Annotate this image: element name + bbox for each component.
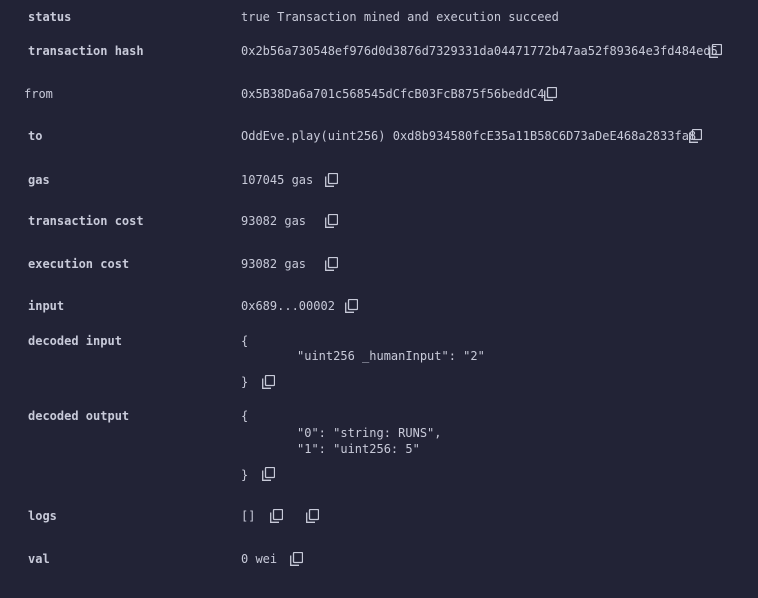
copy-icon[interactable] — [290, 552, 304, 566]
copy-icon[interactable] — [709, 44, 723, 58]
row-input: input 0x689...00002 — [0, 299, 758, 315]
transaction-cost-label: transaction cost — [28, 214, 144, 228]
execution-cost-value: 93082 gas — [241, 257, 307, 271]
decoded-input-open: { — [241, 334, 249, 348]
from-label: from — [24, 87, 53, 101]
decoded-output-close: } — [241, 468, 249, 482]
status-value: true Transaction mined and execution suc… — [241, 10, 559, 24]
copy-icon[interactable] — [325, 173, 339, 187]
copy-icon[interactable] — [325, 214, 339, 228]
transaction-hash-label: transaction hash — [28, 44, 144, 58]
copy-icon[interactable] — [262, 375, 276, 389]
execution-cost-label: execution cost — [28, 257, 130, 271]
decoded-input-line: "uint256 _humanInput": "2" — [297, 349, 485, 363]
gas-value: 107045 gas — [241, 173, 314, 187]
gas-label: gas — [28, 173, 50, 187]
row-from: from 0x5B38Da6a701c568545dCfcB03FcB875f5… — [0, 87, 758, 103]
val-value: 0 wei — [241, 552, 278, 566]
transaction-cost-value: 93082 gas — [241, 214, 307, 228]
row-val: val 0 wei — [0, 552, 758, 568]
transaction-hash-value: 0x2b56a730548ef976d0d3876d7329331da04471… — [241, 44, 718, 58]
row-decoded-output: decoded output { "0": "string: RUNS", "1… — [0, 409, 758, 485]
decoded-output-label: decoded output — [28, 409, 130, 423]
row-transaction-hash: transaction hash 0x2b56a730548ef976d0d38… — [0, 44, 758, 60]
row-gas: gas 107045 gas — [0, 173, 758, 189]
copy-icon[interactable] — [544, 87, 558, 101]
row-transaction-cost: transaction cost 93082 gas — [0, 214, 758, 230]
decoded-input-label: decoded input — [28, 334, 122, 348]
copy-icon[interactable] — [689, 129, 703, 143]
copy-icon[interactable] — [270, 509, 284, 523]
decoded-output-line-0: "0": "string: RUNS", — [297, 426, 442, 440]
decoded-output-line-1: "1": "uint256: 5" — [297, 442, 420, 456]
logs-label: logs — [28, 509, 57, 523]
decoded-output-open: { — [241, 409, 249, 423]
status-label: status — [28, 10, 72, 24]
row-execution-cost: execution cost 93082 gas — [0, 257, 758, 273]
from-value: 0x5B38Da6a701c568545dCfcB03FcB875f56bedd… — [241, 87, 545, 101]
row-to: to OddEve.play(uint256) 0xd8b934580fcE35… — [0, 129, 758, 145]
decoded-input-close: } — [241, 375, 249, 389]
row-decoded-input: decoded input { "uint256 _humanInput": "… — [0, 334, 758, 394]
copy-icon[interactable] — [345, 299, 359, 313]
copy-icon[interactable] — [325, 257, 339, 271]
copy-icon[interactable] — [306, 509, 320, 523]
to-value: OddEve.play(uint256) 0xd8b934580fcE35a11… — [241, 129, 697, 143]
val-label: val — [28, 552, 50, 566]
input-value: 0x689...00002 — [241, 299, 335, 313]
input-label: input — [28, 299, 65, 313]
row-logs: logs [] — [0, 509, 758, 525]
to-label: to — [28, 129, 43, 143]
copy-icon[interactable] — [262, 467, 276, 481]
logs-value: [] — [241, 509, 256, 523]
row-status: status true Transaction mined and execut… — [0, 10, 758, 26]
